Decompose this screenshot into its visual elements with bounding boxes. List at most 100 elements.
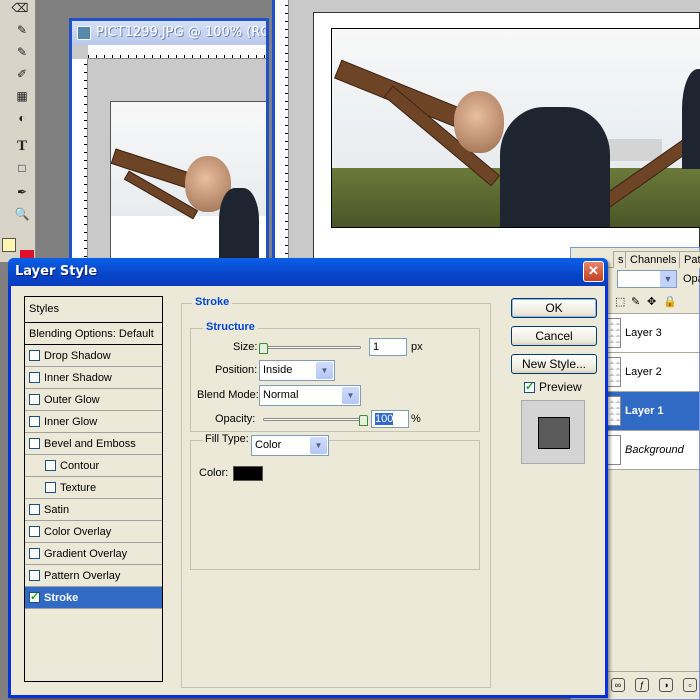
cancel-button[interactable]: Cancel [511, 326, 597, 346]
document-canvas[interactable] [110, 101, 266, 265]
checkbox-icon[interactable] [29, 526, 40, 537]
dodge-tool-icon[interactable]: ◐ [14, 110, 30, 126]
checkbox-icon[interactable] [45, 460, 56, 471]
vertical-ruler [72, 59, 88, 265]
size-input[interactable]: 1 [369, 338, 407, 356]
style-item-bevel-and-emboss[interactable]: Bevel and Emboss [25, 433, 162, 455]
position-select[interactable]: Inside ▼ [259, 360, 335, 381]
lock-all-icon[interactable]: 🔒 [663, 295, 677, 308]
size-slider-track[interactable] [261, 346, 361, 349]
style-item-label: Gradient Overlay [44, 548, 128, 560]
style-item-contour[interactable]: Contour [25, 455, 162, 477]
document-window-left: PICT1299.JPG @ 100% (RGB [69, 18, 269, 268]
size-slider-thumb[interactable] [259, 343, 268, 354]
checkbox-icon[interactable] [29, 394, 40, 405]
style-item-label: Inner Shadow [44, 372, 112, 384]
document-window-right [272, 0, 700, 262]
blending-options-item[interactable]: Blending Options: Default [25, 323, 162, 345]
checkbox-icon[interactable] [29, 438, 40, 449]
foreground-color-swatch[interactable] [2, 238, 16, 252]
style-item-label: Outer Glow [44, 394, 100, 406]
style-preview [521, 400, 585, 464]
style-item-satin[interactable]: Satin [25, 499, 162, 521]
opacity-label: Opa [683, 273, 700, 285]
opacity-input[interactable]: 100 [371, 410, 409, 428]
adjustment-layer-icon[interactable]: ◑ [659, 678, 673, 692]
style-item-label: Inner Glow [44, 416, 98, 428]
chevron-down-icon: ▼ [310, 437, 327, 454]
fill-type-select[interactable]: Color ▼ [251, 435, 329, 456]
structure-title: Structure [203, 321, 258, 333]
gradient-tool-icon[interactable]: ▦ [14, 88, 30, 104]
photo-man-head [454, 91, 504, 153]
style-item-drop-shadow[interactable]: Drop Shadow [25, 345, 162, 367]
checkbox-icon[interactable] [29, 590, 40, 603]
type-tool-icon[interactable]: T [14, 138, 30, 154]
style-item-label: Color Overlay [44, 526, 112, 538]
style-item-gradient-overlay[interactable]: Gradient Overlay [25, 543, 162, 565]
photo-man-sweater [500, 107, 610, 227]
document-page[interactable] [313, 12, 700, 262]
blend-mode-select[interactable]: ▼ [617, 270, 677, 288]
style-item-pattern-overlay[interactable]: Pattern Overlay [25, 565, 162, 587]
dialog-titlebar[interactable]: Layer Style ✕ [8, 258, 608, 286]
lock-pixels-icon[interactable]: ✎ [631, 295, 640, 308]
stroke-color-swatch[interactable] [233, 466, 263, 481]
new-layer-icon[interactable]: ▫ [683, 678, 697, 692]
layer-name: Layer 3 [625, 327, 662, 339]
tab-paths[interactable]: Path [679, 251, 700, 268]
shape-tool-icon[interactable]: □ [14, 160, 30, 176]
style-item-color-overlay[interactable]: Color Overlay [25, 521, 162, 543]
ok-button[interactable]: OK [511, 298, 597, 318]
document-title[interactable]: PICT1299.JPG @ 100% (RGB [72, 21, 266, 45]
lock-position-icon[interactable]: ✥ [647, 295, 656, 308]
style-item-inner-shadow[interactable]: Inner Shadow [25, 367, 162, 389]
checkbox-icon[interactable] [29, 504, 40, 515]
style-item-stroke[interactable]: Stroke [25, 587, 162, 609]
position-label: Position: [215, 364, 258, 376]
size-unit: px [411, 341, 423, 353]
checkbox-icon[interactable] [45, 482, 56, 493]
layer-name: Background [625, 444, 684, 456]
checkbox-icon[interactable] [524, 380, 535, 393]
lock-transparency-icon[interactable]: ⬚ [615, 295, 625, 308]
history-brush-tool-icon[interactable]: ✐ [14, 66, 30, 82]
photo-man-sweater [219, 188, 259, 265]
link-icon[interactable]: ∞ [611, 678, 625, 692]
fill-type-label: Fill Type: [203, 433, 251, 445]
preview-checkbox[interactable]: Preview [524, 380, 582, 394]
color-label: Color: [199, 467, 229, 479]
tab-channels[interactable]: Channels [625, 251, 682, 268]
checkbox-icon[interactable] [29, 350, 40, 361]
style-item-label: Bevel and Emboss [44, 438, 136, 450]
checkbox-icon[interactable] [29, 570, 40, 581]
new-style-button[interactable]: New Style... [511, 354, 597, 374]
style-item-outer-glow[interactable]: Outer Glow [25, 389, 162, 411]
layer-style-icon[interactable]: ƒ [635, 678, 649, 692]
opacity-slider-track[interactable] [263, 418, 367, 421]
eraser-tool-icon[interactable]: ⌫ [12, 0, 29, 16]
brush-tool-icon[interactable]: ✎ [14, 44, 30, 60]
dialog-title: Layer Style [15, 264, 98, 279]
checkbox-icon[interactable] [29, 372, 40, 383]
style-item-inner-glow[interactable]: Inner Glow [25, 411, 162, 433]
opacity-slider-thumb[interactable] [359, 415, 368, 426]
document-icon [77, 26, 91, 40]
fill-type-group: Fill Type: Color ▼ Color: [190, 433, 480, 570]
blend-mode-select[interactable]: Normal ▼ [259, 385, 361, 406]
tools-palette: ⌫ ✎ ✎ ✐ ▦ ◐ T □ ✒ 🔍 [0, 0, 36, 262]
close-button[interactable]: ✕ [583, 261, 604, 282]
zoom-tool-icon[interactable]: 🔍 [14, 206, 30, 222]
checkbox-icon[interactable] [29, 416, 40, 427]
preview-label: Preview [539, 380, 582, 394]
blend-mode-label: Blend Mode: [197, 389, 259, 401]
layer-name: Layer 1 [625, 405, 664, 417]
style-item-texture[interactable]: Texture [25, 477, 162, 499]
eyedropper-icon[interactable]: ✒ [14, 184, 30, 200]
chevron-down-icon: ▼ [316, 362, 333, 379]
eyedropper-tool-icon[interactable]: ✎ [14, 22, 30, 38]
style-item-label: Pattern Overlay [44, 570, 121, 582]
layer-style-dialog: Layer Style ✕ Styles Blending Options: D… [8, 258, 608, 698]
styles-header[interactable]: Styles [25, 297, 162, 323]
checkbox-icon[interactable] [29, 548, 40, 559]
